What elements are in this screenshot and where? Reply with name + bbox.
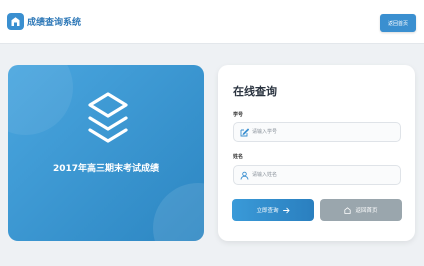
decor-circle bbox=[8, 65, 73, 135]
form-title: 在线查询 bbox=[233, 85, 277, 98]
back-home-button[interactable]: 返回首页 bbox=[320, 199, 402, 221]
student-id-input[interactable] bbox=[252, 125, 392, 139]
query-form-card: 在线查询 学号 姓名 立即查询 返回首页 bbox=[218, 65, 415, 241]
student-id-label: 学号 bbox=[233, 112, 244, 118]
exam-banner: 2017年高三期末考试成绩 bbox=[8, 65, 204, 241]
arrow-right-icon bbox=[282, 207, 290, 213]
name-field[interactable] bbox=[233, 165, 401, 185]
top-header: 成绩查询系统 返回首页 bbox=[0, 0, 424, 44]
edit-icon bbox=[240, 128, 249, 137]
user-icon bbox=[240, 171, 249, 180]
back-home-label: 返回首页 bbox=[355, 208, 378, 214]
exam-title: 2017年高三期末考试成绩 bbox=[52, 164, 160, 174]
app-logo bbox=[7, 13, 24, 30]
name-input[interactable] bbox=[252, 168, 392, 182]
decor-circle bbox=[153, 183, 204, 241]
home-button[interactable]: 返回首页 bbox=[380, 14, 416, 32]
query-button[interactable]: 立即查询 bbox=[232, 199, 314, 221]
layers-icon bbox=[88, 92, 128, 143]
name-label: 姓名 bbox=[233, 154, 244, 160]
query-button-label: 立即查询 bbox=[256, 208, 279, 214]
student-id-field[interactable] bbox=[233, 122, 401, 142]
app-title: 成绩查询系统 bbox=[27, 18, 82, 28]
home-icon bbox=[344, 206, 352, 214]
home-icon bbox=[11, 17, 20, 26]
